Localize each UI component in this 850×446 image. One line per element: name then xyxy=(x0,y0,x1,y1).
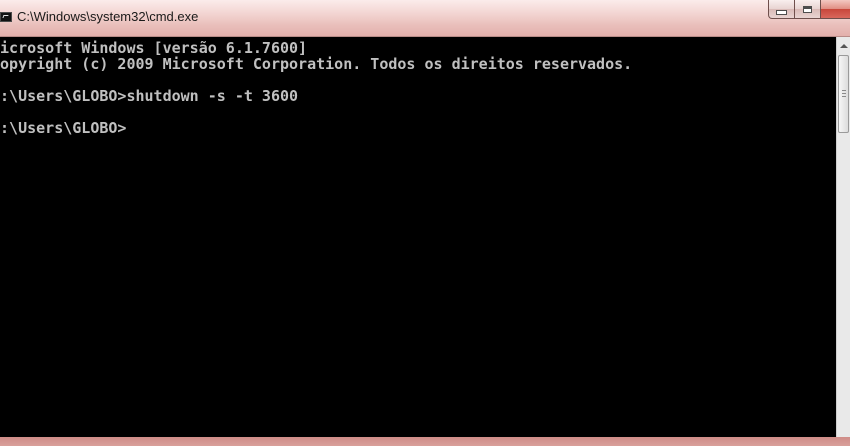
window-title: C:\Windows\system32\cmd.exe xyxy=(17,9,199,24)
console-icon[interactable] xyxy=(0,12,12,22)
grip-line xyxy=(842,96,846,97)
console-line: Microsoft Windows [versão 6.1.7600] xyxy=(0,39,308,57)
grip-line xyxy=(842,93,846,94)
vertical-scrollbar[interactable] xyxy=(836,37,850,437)
maximize-button[interactable] xyxy=(795,0,821,19)
minimize-button[interactable] xyxy=(768,0,795,19)
scroll-up-button[interactable] xyxy=(837,37,850,54)
grip-line xyxy=(842,90,846,91)
window-controls xyxy=(768,0,850,20)
window-bottom-border xyxy=(0,437,850,446)
console-line: C:\Users\GLOBO>shutdown -s -t 3600 xyxy=(0,87,299,105)
title-bar[interactable]: C:\Windows\system32\cmd.exe xyxy=(0,0,850,37)
scroll-thumb[interactable] xyxy=(838,55,849,133)
console-prompt: C:\Users\GLOBO> xyxy=(0,119,127,137)
arrow-up-icon xyxy=(839,43,848,48)
console-line: Copyright (c) 2009 Microsoft Corporation… xyxy=(0,55,633,73)
console-output[interactable]: Microsoft Windows [versão 6.1.7600] Copy… xyxy=(0,37,836,437)
maximize-icon xyxy=(803,5,812,13)
cmd-window: C:\Windows\system32\cmd.exe Microsoft Wi… xyxy=(0,0,850,446)
close-button[interactable] xyxy=(821,0,850,19)
minimize-icon xyxy=(776,9,787,15)
